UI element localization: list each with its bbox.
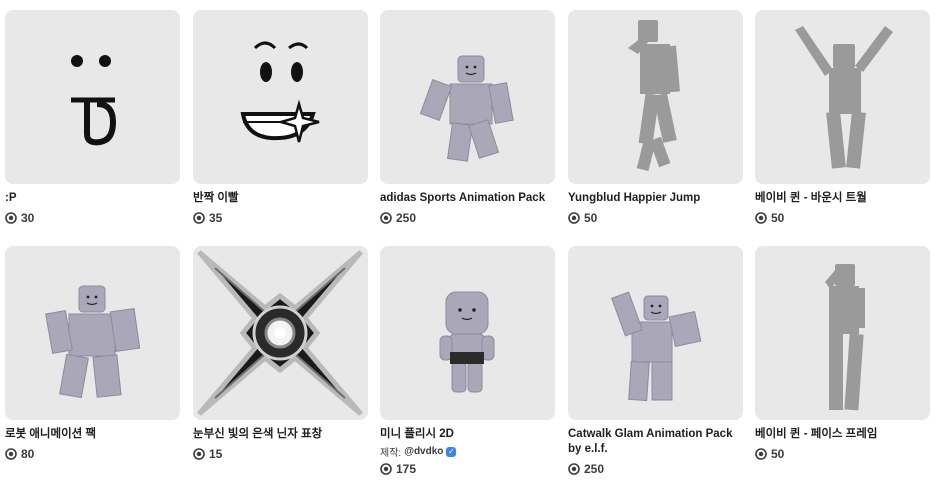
item-price: 250 [380, 211, 555, 225]
face-sparkle-teeth-image [240, 41, 320, 143]
item-thumbnail[interactable] [380, 246, 555, 420]
item-thumbnail[interactable] [568, 246, 743, 420]
price-value: 30 [21, 211, 35, 225]
catalog-item-card[interactable]: 눈부신 빛의 은색 닌자 표창 15 [193, 246, 368, 461]
item-thumbnail[interactable] [380, 10, 555, 184]
item-name[interactable]: Catwalk Glam Animation Pack by e.l.f. [568, 427, 743, 457]
robux-icon [5, 212, 17, 224]
price-value: 250 [584, 462, 605, 476]
ninja-star-image [197, 250, 363, 416]
item-name[interactable]: 로봇 애니메이션 팩 [5, 427, 180, 442]
avatar-robot-pose-image [45, 285, 141, 399]
robux-icon [5, 448, 17, 460]
catalog-item-card[interactable]: 로봇 애니메이션 팩 80 [5, 246, 180, 461]
item-price: 250 [568, 462, 743, 476]
item-price: 15 [193, 447, 368, 461]
catalog-item-card[interactable]: adidas Sports Animation Pack 250 [380, 10, 555, 225]
avatar-mini-plush-image [439, 291, 495, 393]
item-price: 175 [380, 462, 555, 476]
price-value: 250 [396, 211, 417, 225]
catalog-item-card[interactable]: 반짝 이빨 35 [193, 10, 368, 225]
item-price: 50 [755, 211, 930, 225]
price-value: 35 [209, 211, 223, 225]
price-value: 50 [771, 211, 785, 225]
price-value: 15 [209, 447, 223, 461]
price-value: 175 [396, 462, 417, 476]
item-price: 30 [5, 211, 180, 225]
robux-icon [380, 212, 392, 224]
emote-silhouette-image [795, 26, 893, 169]
emote-silhouette-image [825, 264, 865, 411]
price-value: 50 [584, 211, 598, 225]
item-thumbnail[interactable] [755, 10, 930, 184]
item-price: 35 [193, 211, 368, 225]
item-price: 50 [755, 447, 930, 461]
item-price: 80 [5, 447, 180, 461]
robux-icon [193, 212, 205, 224]
price-value: 50 [771, 447, 785, 461]
creator-prefix: 제작: [380, 448, 402, 459]
catalog-item-card[interactable]: 베이비 퀸 - 바운시 트월 50 [755, 10, 930, 225]
item-thumbnail[interactable] [193, 246, 368, 420]
item-thumbnail[interactable] [755, 246, 930, 420]
item-name[interactable]: Yungblud Happier Jump [568, 191, 743, 206]
item-thumbnail[interactable] [568, 10, 743, 184]
verified-badge-icon: ✓ [446, 446, 457, 457]
item-name[interactable]: 반짝 이빨 [193, 191, 368, 206]
emote-silhouette-image [628, 20, 680, 172]
robux-icon [380, 463, 392, 475]
item-thumbnail[interactable] [5, 246, 180, 420]
catalog-grid: :P 30 반짝 이빨 35 adidas Sports Animation P… [5, 10, 935, 490]
catalog-item-card[interactable]: 베이비 퀸 - 페이스 프레임 50 [755, 246, 930, 461]
item-name[interactable]: :P [5, 191, 180, 206]
item-price: 50 [568, 211, 743, 225]
price-value: 80 [21, 447, 35, 461]
catalog-item-card[interactable]: Catwalk Glam Animation Pack by e.l.f. 25… [568, 246, 743, 476]
robux-icon [568, 463, 580, 475]
creator-name-link[interactable]: @dvdko [404, 446, 443, 457]
item-name[interactable]: 베이비 퀸 - 바운시 트월 [755, 191, 930, 206]
item-thumbnail[interactable] [5, 10, 180, 184]
robux-icon [568, 212, 580, 224]
item-name[interactable]: 베이비 퀸 - 페이스 프레임 [755, 427, 930, 442]
avatar-running-image [419, 55, 514, 162]
robux-icon [193, 448, 205, 460]
item-name[interactable]: adidas Sports Animation Pack [380, 191, 555, 206]
item-name[interactable]: 미니 플리시 2D [380, 427, 555, 442]
item-creator: 제작: @dvdko ✓ [380, 444, 555, 459]
catalog-item-card[interactable]: 미니 플리시 2D 제작: @dvdko ✓ 175 [380, 246, 555, 476]
item-name[interactable]: 눈부신 빛의 은색 닌자 표창 [193, 427, 368, 442]
avatar-catwalk-pose-image [611, 291, 702, 402]
catalog-item-card[interactable]: :P 30 [5, 10, 180, 225]
catalog-item-card[interactable]: Yungblud Happier Jump 50 [568, 10, 743, 225]
robux-icon [755, 448, 767, 460]
robux-icon [755, 212, 767, 224]
face-tongue-image [71, 55, 117, 146]
item-thumbnail[interactable] [193, 10, 368, 184]
